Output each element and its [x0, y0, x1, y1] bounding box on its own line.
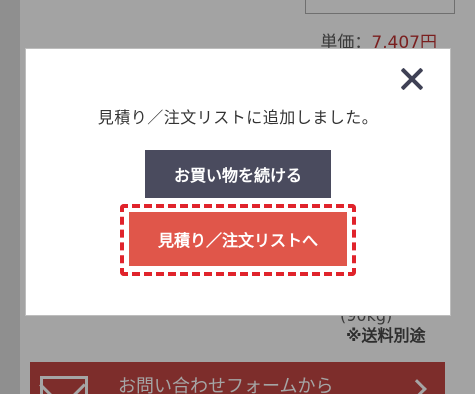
- mail-icon: [40, 376, 88, 394]
- shipping-note: ※送料別途: [346, 326, 426, 345]
- contact-form-label: お問い合わせフォームから: [118, 376, 334, 394]
- continue-shopping-button[interactable]: お買い物を続ける: [145, 150, 331, 198]
- added-to-list-dialog: 見積り／注文リストに追加しました。 お買い物を続ける 見積り／注文リストへ: [26, 49, 450, 315]
- go-to-quote-list-button[interactable]: 見積り／注文リストへ: [129, 212, 347, 266]
- dialog-message: 見積り／注文リストに追加しました。: [97, 108, 379, 127]
- quantity-field[interactable]: [305, 0, 455, 14]
- left-panel: [0, 0, 20, 394]
- close-icon[interactable]: [397, 64, 427, 94]
